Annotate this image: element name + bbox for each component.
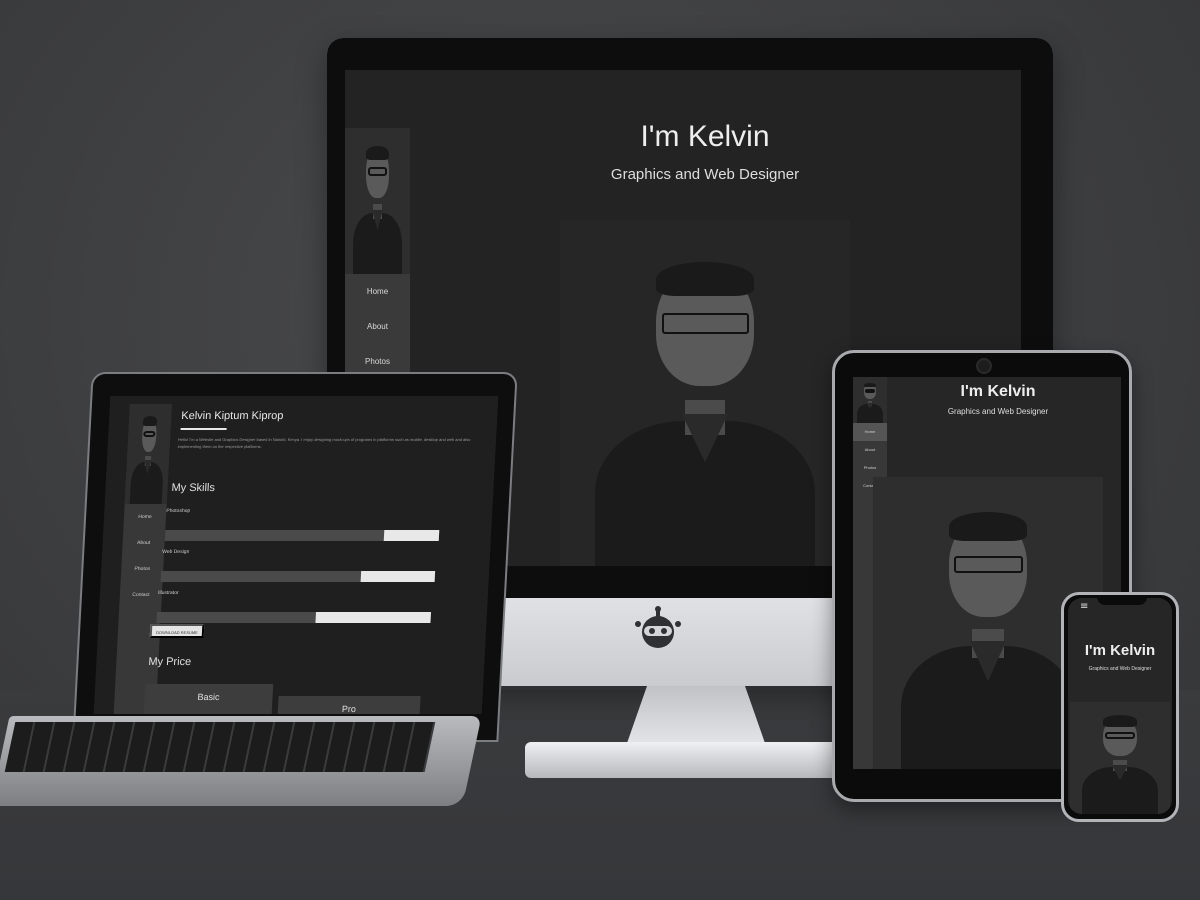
download-resume-button[interactable]: DOWNLOAD RESUME xyxy=(149,624,205,638)
profile-photo xyxy=(345,128,410,274)
hero-title: I'm Kelvin xyxy=(640,120,770,153)
phone-screen: ≡ I'm Kelvin Graphics and Web Designer xyxy=(1068,598,1172,814)
nav-home-link[interactable]: Home xyxy=(345,274,410,309)
laptop-keyboard xyxy=(4,722,436,772)
hero-portrait xyxy=(560,220,850,566)
skill-bar xyxy=(160,571,436,582)
hamburger-menu-icon[interactable]: ≡ xyxy=(1080,602,1088,612)
price-heading: My Price xyxy=(148,656,192,668)
hero-subtitle: Graphics and Web Designer xyxy=(947,407,1049,416)
nav-photos-link[interactable]: Photos xyxy=(853,459,887,477)
nav-home-link[interactable]: Home xyxy=(853,423,887,441)
intro-paragraph: Hello! I'm a Website and Graphics Design… xyxy=(177,437,471,449)
nav-about-link[interactable]: About xyxy=(345,309,410,344)
nav-photos-link[interactable]: Photos xyxy=(121,556,164,582)
skills-heading: My Skills xyxy=(171,482,216,494)
nav-home-link[interactable]: Home xyxy=(123,504,166,530)
skill-bar-fill xyxy=(360,571,436,582)
hero-portrait xyxy=(1070,702,1170,814)
hero-title: I'm Kelvin xyxy=(1084,642,1156,659)
plan-name: Pro xyxy=(341,704,357,714)
price-card-basic[interactable]: Basic xyxy=(143,684,274,714)
price-card-pro[interactable]: Pro xyxy=(276,696,421,714)
monitor-stand-foot xyxy=(525,742,840,778)
hero-title: I'm Kelvin xyxy=(960,383,1036,400)
desktop-nav: Home About Photos xyxy=(345,274,410,379)
hero-subtitle: Graphics and Web Designer xyxy=(610,166,800,183)
profile-photo xyxy=(124,404,172,504)
skill-bar-fill xyxy=(315,612,432,623)
profile-name: Kelvin Kiptum Kiprop xyxy=(180,410,284,422)
skill-bar xyxy=(156,612,432,623)
skill-label: Photoshop xyxy=(166,508,191,514)
skill-label: Illustrator xyxy=(157,590,179,596)
profile-photo xyxy=(853,377,887,423)
skill-label: Web Design xyxy=(162,549,190,555)
phone-notch xyxy=(1097,596,1147,605)
laptop-screen: Home About Photos Contact Kelvin Kiptum … xyxy=(93,396,499,714)
monitor-stand-neck xyxy=(626,686,766,746)
nav-about-link[interactable]: About xyxy=(122,530,165,556)
hero-subtitle: Graphics and Web Designer xyxy=(1088,666,1152,672)
skill-bar xyxy=(164,530,440,541)
name-underline xyxy=(180,428,227,430)
nav-contact-link[interactable]: Contact xyxy=(119,582,162,608)
robot-icon xyxy=(630,604,686,652)
skill-bar-fill xyxy=(383,530,440,541)
plan-name: Basic xyxy=(197,692,220,702)
camera-icon xyxy=(976,358,992,374)
nav-about-link[interactable]: About xyxy=(853,441,887,459)
